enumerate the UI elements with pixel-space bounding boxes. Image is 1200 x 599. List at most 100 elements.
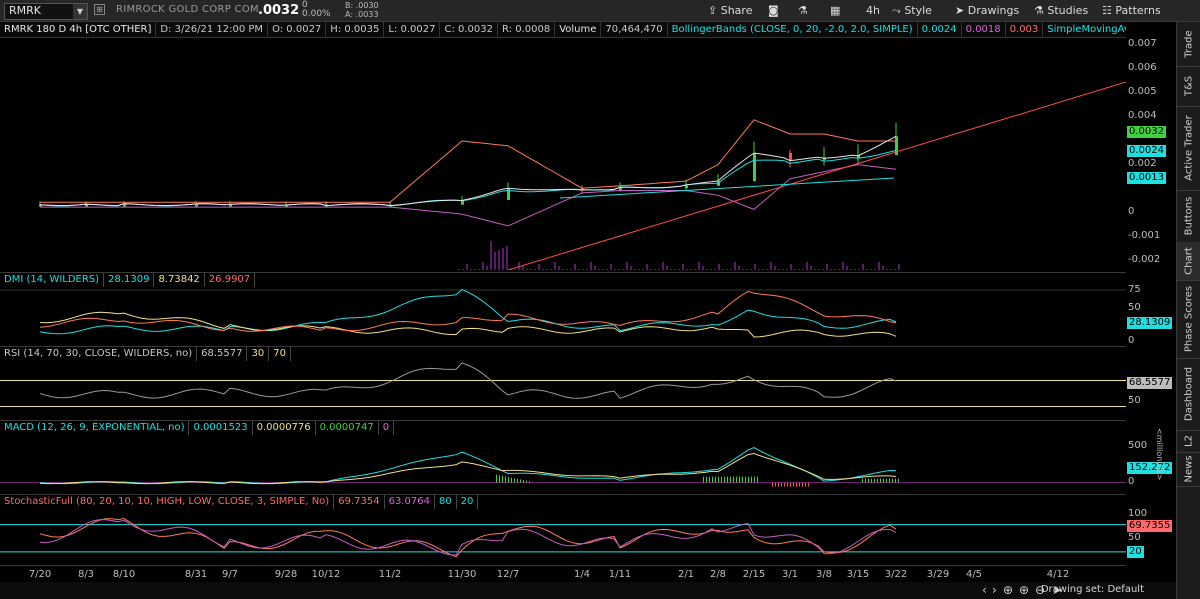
info-high: H: 0.0035 [326,22,385,37]
last-price: .0032 [258,3,300,18]
drawing-set-label[interactable]: Drawing set: Default [1041,584,1144,595]
macd-histogram-bar [772,482,773,487]
price-candle [685,185,688,189]
sidebar-tab-time-and-sales[interactable]: T&S [1177,66,1200,107]
volume-bar [882,266,884,270]
sidebar-tab-label: Chart [1183,247,1195,275]
stochastic-panel[interactable]: StochasticFull (80, 20, 10, 10, HIGH, LO… [0,494,1126,565]
macd-histogram-bar [727,476,728,483]
macd-histogram-bar [886,478,887,483]
volume-bar [538,264,540,270]
volume-bar [566,269,568,270]
macd-panel[interactable]: MACD (12, 26, 9, EXPONENTIAL, no) 0.00015… [0,420,1126,493]
rsi-scale[interactable]: 68.5577 50 [1126,346,1176,418]
studies-button[interactable]: ⚗ Studies [1034,0,1088,21]
sidebar-tab-label: Trade [1183,30,1195,58]
volume-bar [646,264,648,270]
volume-bar [742,269,744,270]
crosshair-icon[interactable]: ⊕ [1003,583,1013,597]
sidebar-tab-buttons[interactable]: Buttons [1177,190,1200,243]
snapshot-button[interactable]: ◙ [768,0,779,21]
volume-bar [822,269,824,270]
date-tick-label: 3/29 [926,569,950,580]
link-icon[interactable]: ⊞ [94,4,105,15]
symbol-input[interactable]: RMRK ▼ [4,3,88,20]
sidebar-tab-news[interactable]: News [1177,452,1200,487]
volume-bar [506,246,508,270]
sidebar-tab-phase-scores[interactable]: Phase Scores [1177,280,1200,359]
scroll-left-icon[interactable]: ‹ [982,583,987,597]
volume-bar [650,269,652,270]
style-button[interactable]: ⤳ Style [892,0,932,21]
trend-line-cyan [559,177,895,199]
date-tick-label: 1/4 [573,569,591,580]
dmi-tick: 50 [1128,302,1141,313]
volume-bar [606,269,608,270]
macd-histogram-bar [784,482,785,487]
macd-histogram-bar [718,476,719,483]
macd-histogram-bar [781,482,782,487]
patterns-button[interactable]: ☷ Patterns [1102,0,1161,21]
chart-info-strip: RMRK 180 D 4h [OTC OTHER] D: 3/26/21 12:0… [0,22,1126,38]
sidebar-tab-l2[interactable]: L2 [1177,430,1200,453]
stochastic-scale[interactable]: 100 50 0 69.7355 20 [1126,494,1176,564]
flask-button[interactable]: ⚗ [798,0,808,21]
macd-histogram-bar [793,482,794,487]
macd-histogram-bar [511,477,512,483]
rsi-panel[interactable]: RSI (14, 70, 30, CLOSE, WILDERS, no) 68.5… [0,346,1126,419]
price-panel[interactable] [0,38,1126,270]
volume-bar [798,269,800,270]
right-sidebar: Trade T&S Active Trader Buttons Chart Ph… [1176,22,1200,599]
sidebar-tab-chart[interactable]: Chart [1177,242,1200,281]
dmi-header: DMI (14, WILDERS) 28.1309 8.73842 26.9907 [0,273,256,287]
volume-bar [738,266,740,270]
volume-bar [706,269,708,270]
price-scale[interactable]: 0.007 0.006 0.005 0.004 0.002 0 -0.001 -… [1126,38,1176,270]
macd-histogram-bar [496,474,497,483]
zoom-in-icon[interactable]: ⊕ [1019,583,1029,597]
price-candle [229,204,232,207]
volume-bar [686,269,688,270]
patterns-icon: ☷ [1102,4,1112,17]
volume-bar [570,269,572,270]
macd-histogram-bar [874,478,875,483]
macd-histogram-bar [529,481,530,483]
trend-line [507,81,1126,270]
volume-bar [558,266,560,270]
macd-histogram-bar [514,478,515,483]
share-button[interactable]: ⇪ Share [708,0,752,21]
dmi-panel[interactable]: DMI (14, WILDERS) 28.1309 8.73842 26.9907 [0,272,1126,345]
macd-line [39,446,897,485]
volume-bar [490,241,492,270]
sidebar-tab-label: Dashboard [1183,366,1195,422]
date-tick-label: 4/12 [1046,569,1070,580]
calendar-button[interactable]: ▦ [830,0,840,21]
date-axis[interactable]: 7/20 8/3 8/10 8/31 9/7 9/28 10/12 11/2 11/30 12/7… [0,565,1126,583]
sidebar-tab-dashboard[interactable]: Dashboard [1177,358,1200,431]
style-icon: ⤳ [892,4,901,17]
date-tick-label: 9/7 [221,569,239,580]
price-tick: 0.002 [1128,158,1157,169]
dmi-scale[interactable]: 75 50 0 28.1309 [1126,272,1176,346]
date-tick-label: 2/8 [709,569,727,580]
volume-bar [638,269,640,270]
scroll-right-icon[interactable]: › [992,583,997,597]
date-tick-label: 3/8 [815,569,833,580]
volume-bar [610,264,612,270]
macd-label: MACD (12, 26, 9, EXPONENTIAL, no) [0,421,190,435]
macd-histogram-bar [502,475,503,483]
date-tick-label: 12/7 [496,569,520,580]
sidebar-tab-active-trader[interactable]: Active Trader [1177,106,1200,191]
volume-bar [690,269,692,270]
macd-scale[interactable]: 500 0 152.272 <millionths> [1126,420,1176,492]
dmi-value-1: 28.1309 [104,273,155,287]
timeframe-button[interactable]: 4h [866,0,880,21]
drawings-button[interactable]: ➤ Drawings [955,0,1019,21]
date-tick-label: 3/1 [781,569,799,580]
chevron-down-icon[interactable]: ▼ [73,4,87,19]
sidebar-tab-trade[interactable]: Trade [1177,22,1200,67]
macd-histogram-bar [865,478,866,483]
price-chart[interactable] [0,38,1126,270]
bid-value: B: .0030 [345,1,379,10]
volume-bar [618,269,620,270]
